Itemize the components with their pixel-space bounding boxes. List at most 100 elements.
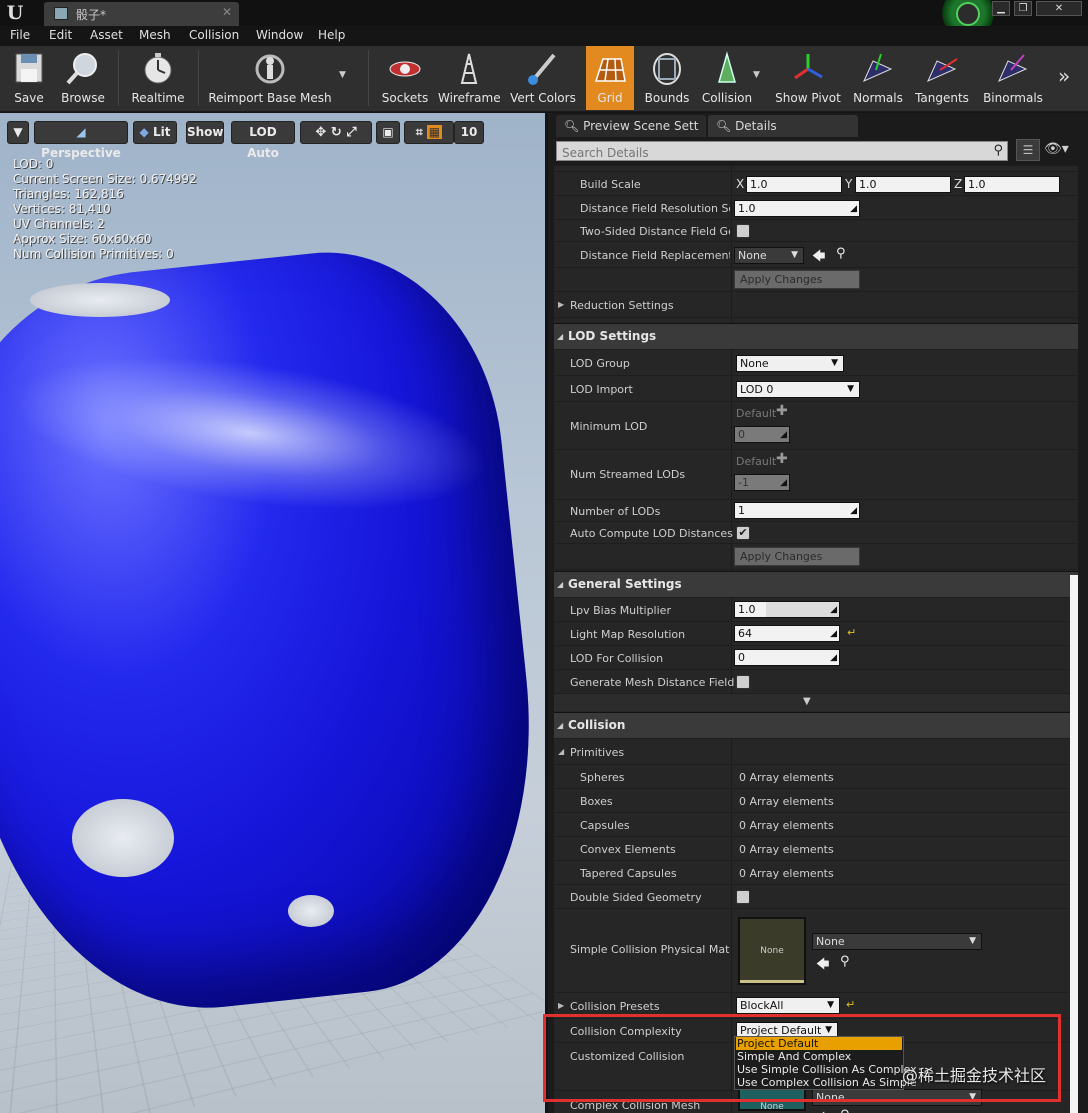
show-pivot-button[interactable]: Show Pivot	[774, 46, 842, 110]
lod-for-collision-field[interactable]: 0 ◢	[734, 649, 840, 666]
menu-asset[interactable]: Asset	[90, 28, 123, 42]
grid-size-button[interactable]: 10	[454, 121, 484, 144]
advanced-expander[interactable]: ▼	[554, 693, 1078, 711]
double-sided-checkbox[interactable]	[736, 890, 750, 904]
build-scale-x-field[interactable]: 1.0	[746, 176, 842, 193]
use-selected-arrow-icon[interactable]: 🡄	[816, 955, 829, 977]
transform-tools[interactable]: ✥ ↻ ⤢	[300, 121, 372, 144]
save-button[interactable]: Save	[6, 46, 52, 110]
search-input[interactable]	[557, 144, 977, 162]
tab-details[interactable]: 🔍︎ Details	[708, 115, 858, 137]
tangents-button[interactable]: Tangents	[912, 46, 972, 110]
option-project-default[interactable]: Project Default	[736, 1037, 902, 1050]
add-override-icon[interactable]: ✚	[776, 403, 788, 419]
two-sided-checkbox[interactable]	[736, 224, 750, 238]
collision-header[interactable]: ◢ Collision	[554, 712, 1078, 738]
lod-import-dropdown[interactable]: LOD 0 ▼	[736, 381, 860, 398]
viewport[interactable]: ▼ ◢ Perspective ◆ Lit Show LOD Auto ✥ ↻ …	[0, 113, 545, 1113]
browse-button[interactable]: Browse	[56, 46, 110, 110]
close-window-button[interactable]: ✕	[1036, 1, 1082, 16]
maximize-button[interactable]: ❐	[1014, 1, 1032, 16]
menu-help[interactable]: Help	[318, 28, 345, 42]
perspective-button[interactable]: ◢ Perspective	[34, 121, 128, 160]
lit-button[interactable]: ◆ Lit	[133, 121, 177, 144]
tab-preview-scene-settings[interactable]: 🔍︎ Preview Scene Sett	[556, 115, 706, 137]
minimize-button[interactable]: ▁	[992, 1, 1010, 16]
auto-compute-checkbox[interactable]: ✔	[736, 526, 750, 540]
browse-asset-icon[interactable]: ⚲	[840, 1108, 850, 1113]
browse-asset-icon[interactable]: ⚲	[836, 246, 846, 261]
phys-mat-thumbnail[interactable]: None	[738, 917, 806, 985]
expand-arrow-icon[interactable]: ▶	[558, 1001, 564, 1010]
light-map-field[interactable]: 64 ◢	[734, 625, 840, 642]
binormals-button[interactable]: Binormals	[982, 46, 1044, 110]
vert-colors-button[interactable]: Vert Colors	[510, 46, 576, 110]
menu-collision[interactable]: Collision	[189, 28, 239, 42]
search-icon[interactable]: ⚲	[993, 143, 1003, 158]
lod-apply-changes-button[interactable]: Apply Changes	[734, 547, 860, 566]
show-button[interactable]: Show	[186, 121, 224, 144]
use-selected-arrow-icon[interactable]: 🡄	[812, 247, 825, 269]
viewport-options-button[interactable]: ▼	[7, 121, 29, 144]
apply-changes-button[interactable]: Apply Changes	[734, 270, 860, 289]
option-complex-as-simple[interactable]: Use Complex Collision As Simple	[736, 1076, 917, 1089]
search-details-box[interactable]: ⚲	[556, 141, 1008, 162]
bounds-button[interactable]: Bounds	[642, 46, 692, 110]
toolbar-overflow-icon[interactable]: »	[1058, 64, 1070, 88]
view-options-icon[interactable]: 👁︎▾	[1044, 141, 1069, 157]
minimum-lod-field[interactable]: 0 ◢	[734, 426, 790, 443]
realtime-button[interactable]: Realtime	[128, 46, 188, 110]
scale-icon[interactable]: ⤢	[346, 125, 356, 140]
lpv-bias-field[interactable]: 1.0 ◢	[734, 601, 840, 618]
use-selected-arrow-icon[interactable]: 🡄	[816, 1109, 829, 1113]
document-tab[interactable]: 骰子* ✕	[44, 2, 239, 26]
expand-advanced-icon[interactable]: ▼	[803, 696, 811, 707]
option-simple-as-complex[interactable]: Use Simple Collision As Complex	[736, 1063, 917, 1076]
menu-mesh[interactable]: Mesh	[139, 28, 171, 42]
lod-group-dropdown[interactable]: None ▼	[736, 355, 844, 372]
collision-presets-dropdown[interactable]: BlockAll ▼	[736, 997, 840, 1014]
property-matrix-icon[interactable]: ☰	[1016, 139, 1040, 161]
collision-dropdown-icon[interactable]: ▼	[753, 70, 760, 80]
status-badge[interactable]	[956, 2, 980, 26]
wireframe-button[interactable]: Wireframe	[438, 46, 501, 110]
menu-window[interactable]: Window	[256, 28, 303, 42]
expand-arrow-icon[interactable]: ▶	[558, 300, 564, 309]
df-resolution-field[interactable]: 1.0 ◢	[734, 200, 860, 217]
num-streamed-lods-field[interactable]: -1 ◢	[734, 474, 790, 491]
reimport-base-mesh-button[interactable]: Reimport Base Mesh	[208, 46, 332, 110]
grid-snap-toggle[interactable]: ⌗ ▦	[404, 121, 454, 144]
primitives-row[interactable]: ◢ Primitives	[554, 738, 1078, 764]
collapse-arrow-icon[interactable]: ◢	[557, 580, 563, 589]
browse-asset-icon[interactable]: ⚲	[840, 954, 850, 969]
close-tab-icon[interactable]: ✕	[222, 5, 232, 19]
phys-mat-dropdown[interactable]: None ▼	[812, 933, 982, 950]
gen-mesh-df-checkbox[interactable]	[736, 675, 750, 689]
reset-to-default-icon[interactable]: ↵	[847, 626, 856, 639]
build-scale-y-field[interactable]: 1.0	[855, 176, 951, 193]
normals-button[interactable]: Normals	[852, 46, 904, 110]
add-override-icon[interactable]: ✚	[776, 451, 788, 467]
reduction-settings-row[interactable]: ▶ Reduction Settings	[554, 291, 1078, 317]
lod-auto-button[interactable]: LOD Auto	[231, 121, 295, 160]
camera-speed-button[interactable]: ▣	[376, 121, 400, 144]
menu-file[interactable]: File	[10, 28, 30, 42]
collapse-arrow-icon[interactable]: ◢	[557, 332, 563, 341]
lod-settings-header[interactable]: ◢ LOD Settings	[554, 323, 1078, 349]
details-scrollbar[interactable]	[1070, 575, 1078, 1113]
collapse-arrow-icon[interactable]: ◢	[558, 747, 564, 756]
reset-to-default-icon[interactable]: ↵	[846, 998, 855, 1011]
number-of-lods-field[interactable]: 1 ◢	[734, 502, 860, 519]
move-icon[interactable]: ✥	[315, 125, 326, 140]
option-simple-and-complex[interactable]: Simple And Complex	[736, 1050, 902, 1063]
df-replacement-dropdown[interactable]: None ▼	[734, 247, 804, 264]
build-scale-z-field[interactable]: 1.0	[964, 176, 1060, 193]
menu-edit[interactable]: Edit	[49, 28, 72, 42]
general-settings-header[interactable]: ◢ General Settings	[554, 571, 1078, 597]
grid-button[interactable]: Grid	[586, 46, 634, 110]
sockets-button[interactable]: Sockets	[378, 46, 432, 110]
rotate-icon[interactable]: ↻	[331, 125, 342, 140]
reimport-dropdown-icon[interactable]: ▼	[339, 70, 346, 80]
collision-button[interactable]: Collision	[700, 46, 754, 110]
collapse-arrow-icon[interactable]: ◢	[557, 721, 563, 730]
